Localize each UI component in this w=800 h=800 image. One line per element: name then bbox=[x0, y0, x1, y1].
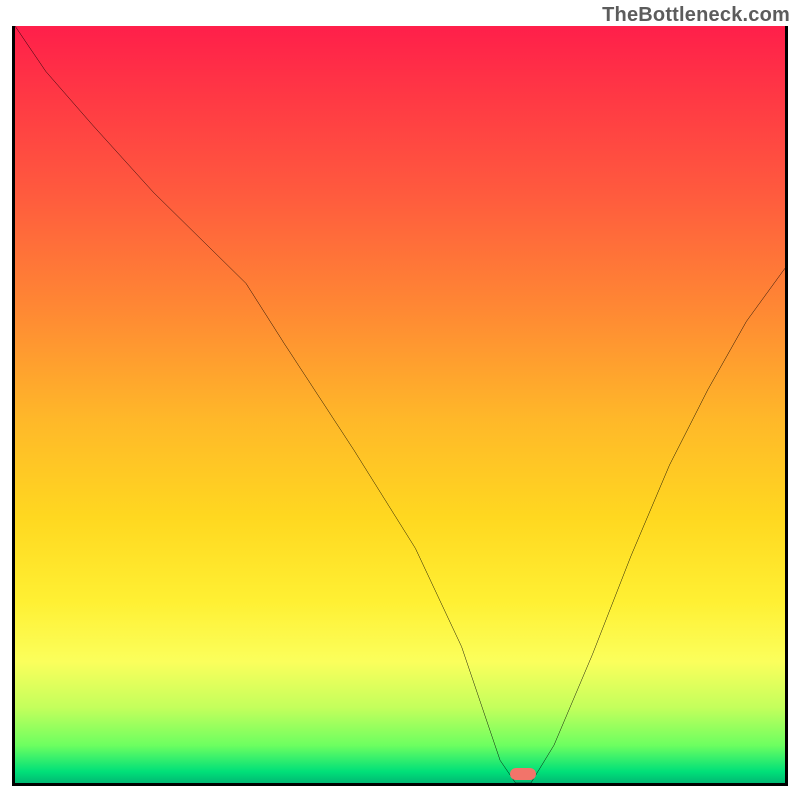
curve-path bbox=[15, 26, 785, 783]
plot-area bbox=[12, 26, 788, 786]
optimal-marker bbox=[510, 768, 536, 780]
watermark-label: TheBottleneck.com bbox=[602, 4, 790, 27]
chart-stage: TheBottleneck.com bbox=[0, 0, 800, 800]
bottleneck-curve bbox=[15, 26, 785, 783]
